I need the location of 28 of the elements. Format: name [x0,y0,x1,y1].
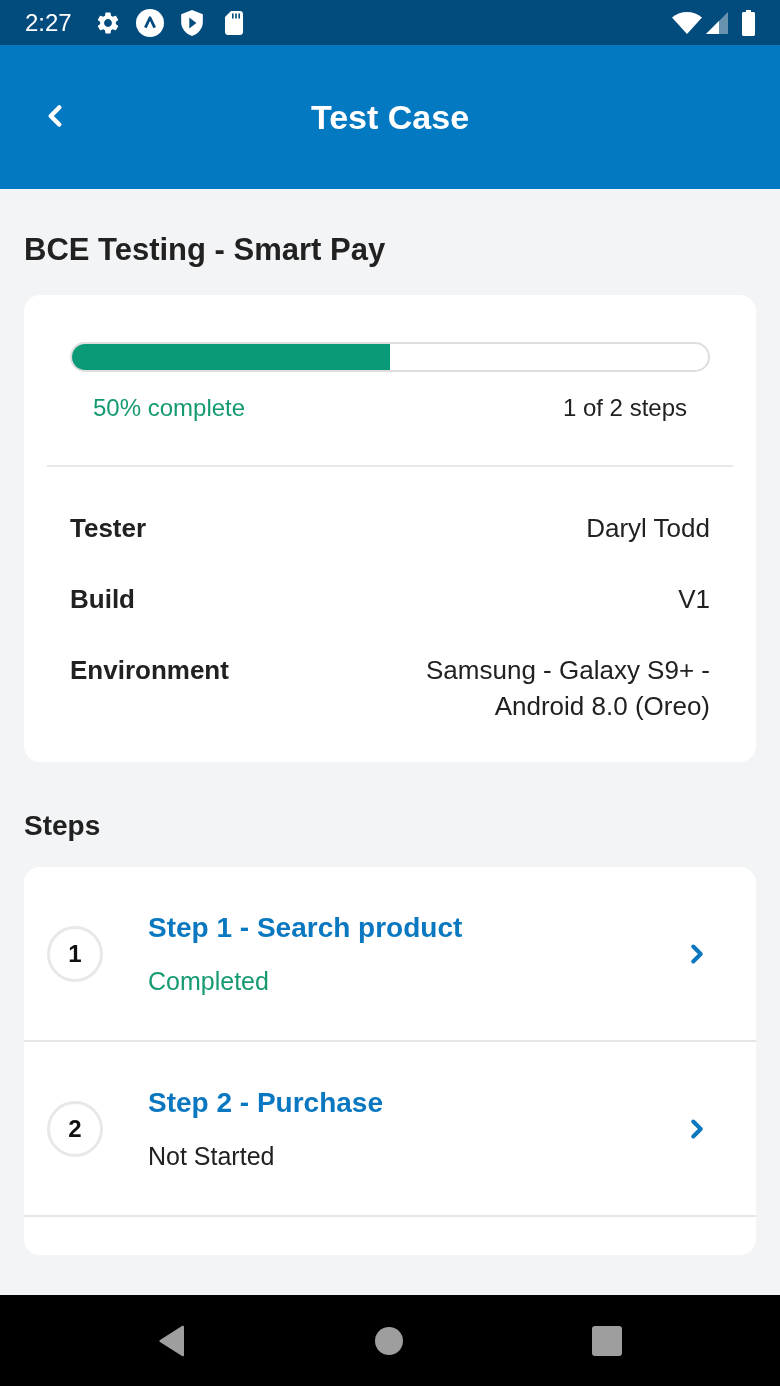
back-nav-icon[interactable] [158,1324,186,1357]
step-number: 1 [47,925,103,982]
page-title: BCE Testing - Smart Pay [24,232,387,268]
detail-label: Tester [70,512,147,545]
screen-title: Test Case [310,97,470,137]
step-title: Step 2 - Purchase [148,1086,384,1120]
step-status: Not Started [148,1141,276,1171]
percent-complete-label: 50% complete [93,394,246,422]
status-time: 2:27 [25,8,72,37]
signal-icon [706,11,728,34]
caret-circle-icon [135,8,164,37]
detail-label: Environment [70,654,229,687]
detail-value: Samsung - Galaxy S9+ - Android 8.0 (Oreo) [425,654,710,723]
step-title: Step 1 - Search product [148,911,464,945]
step-number: 2 [47,1100,103,1157]
detail-value: V1 [678,583,710,616]
detail-value: Daryl Todd [586,512,710,545]
recents-nav-icon[interactable] [592,1325,622,1356]
gear-icon [96,11,119,34]
step-status: Completed [148,966,270,996]
battery-icon [742,9,755,36]
home-nav-icon[interactable] [375,1326,403,1355]
detail-label: Build [70,583,135,616]
steps-heading: Steps [24,809,102,843]
sd-card-icon [223,10,244,35]
steps-count-label: 1 of 2 steps [562,394,687,422]
shield-play-icon [180,9,203,36]
wifi-icon [672,11,702,34]
